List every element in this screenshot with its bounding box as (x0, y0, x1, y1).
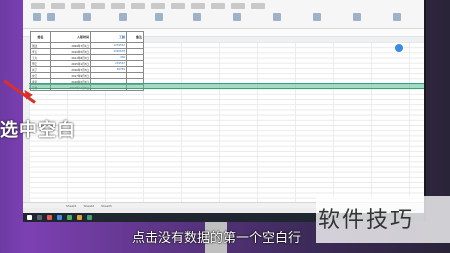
ribbon-tab[interactable] (111, 3, 125, 9)
header-name[interactable]: 姓名 (30, 31, 51, 43)
app-icon[interactable] (67, 215, 72, 220)
paste-icon[interactable] (33, 13, 41, 21)
font-icon[interactable] (83, 13, 91, 21)
ribbon-tab[interactable] (211, 3, 225, 9)
ribbon-tab[interactable] (251, 3, 265, 9)
sort-icon[interactable] (353, 13, 361, 21)
app-icon[interactable] (77, 215, 82, 220)
ribbon-tab[interactable] (191, 3, 205, 9)
video-subtitle: 点击没有数据的第一个空白行 (132, 231, 302, 246)
ribbon-tab[interactable] (131, 3, 145, 9)
ribbon-tab[interactable] (51, 3, 65, 9)
ribbon-tab[interactable] (171, 3, 185, 9)
start-icon[interactable] (27, 215, 32, 220)
find-icon[interactable] (393, 13, 401, 21)
sum-icon[interactable] (273, 13, 281, 21)
search-icon[interactable] (37, 215, 42, 220)
brand-watermark: 软件技巧 (318, 208, 415, 233)
ribbon-tab[interactable] (71, 3, 85, 9)
header-note[interactable]: 备注 (126, 31, 144, 43)
table-header-row: 姓名 入职时间 工龄 备注 (30, 31, 144, 43)
header-hire-date[interactable]: 入职时间 (50, 31, 91, 43)
ribbon-toolbar (23, 0, 424, 29)
number-format-icon[interactable] (193, 13, 201, 21)
spreadsheet-app-icon[interactable] (87, 215, 92, 220)
app-icon[interactable] (47, 215, 52, 220)
ribbon-tab[interactable] (31, 3, 45, 9)
monitor-screen: 姓名 入职时间 工龄 备注 张四 2009年7月1日 1234567 李五 20… (23, 0, 426, 222)
table-style-icon[interactable] (233, 13, 241, 21)
step-caption: 选中空白 (0, 120, 76, 141)
ribbon-tab[interactable] (91, 3, 105, 9)
merge-icon[interactable] (155, 13, 163, 21)
filter-icon[interactable] (313, 13, 321, 21)
format-icon[interactable] (47, 13, 55, 21)
data-table: 姓名 入职时间 工龄 备注 张四 2009年7月1日 1234567 李五 20… (30, 31, 144, 91)
align-icon[interactable] (119, 13, 127, 21)
floating-assistant-icon[interactable] (395, 44, 403, 52)
selected-empty-row[interactable] (29, 83, 424, 89)
header-seniority[interactable]: 工龄 (90, 31, 127, 43)
ribbon-tab[interactable] (231, 3, 245, 9)
ribbon-tab[interactable] (151, 3, 165, 9)
app-icon[interactable] (57, 215, 62, 220)
